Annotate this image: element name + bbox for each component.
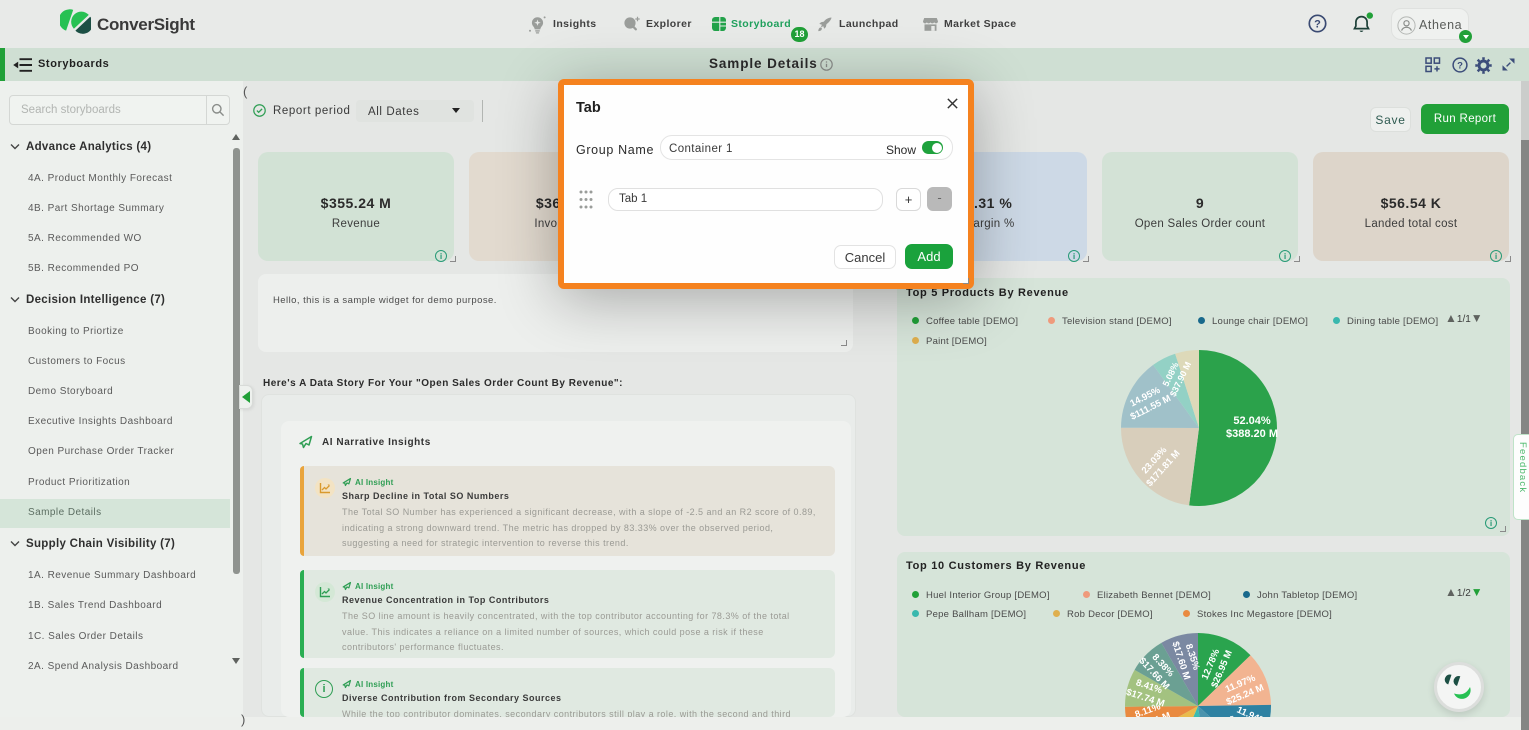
- svg-text:?: ?: [1457, 60, 1463, 71]
- svg-text:?: ?: [1314, 19, 1321, 31]
